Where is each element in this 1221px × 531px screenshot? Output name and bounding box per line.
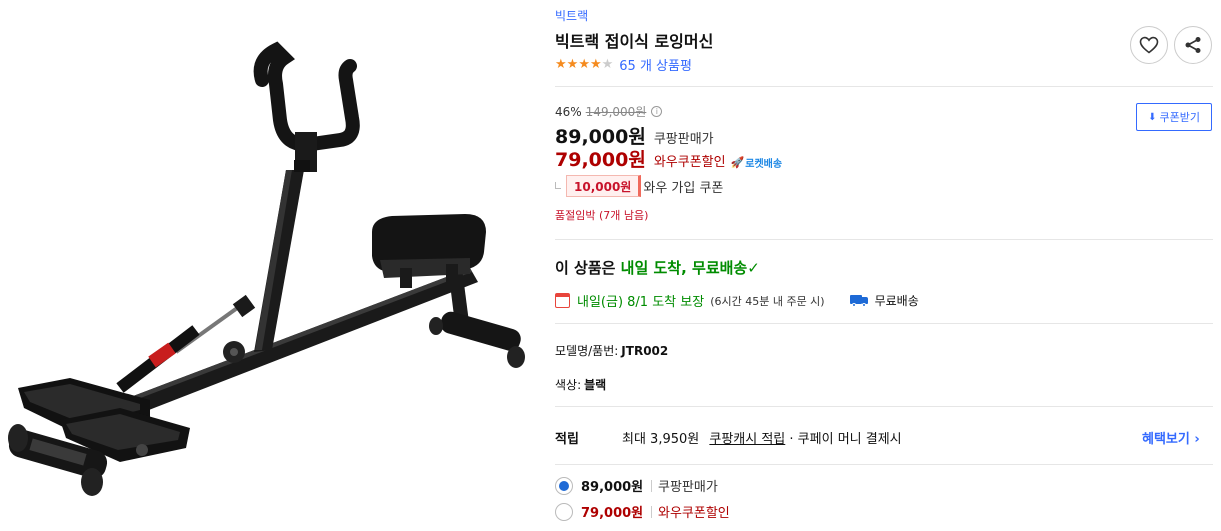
get-coupon-label: 쿠폰받기 xyxy=(1159,111,1200,124)
star-icon: ★ xyxy=(566,57,579,72)
option-separator xyxy=(651,505,652,518)
stock-note: 품절임박 (7개 남음) xyxy=(555,209,649,222)
arrival-row: 내일(금) 8/1 도착 보장 (6시간 45분 내 주문 시) 무료배송 xyxy=(555,291,919,310)
model-spec: 모델명/품번: JTR002 xyxy=(555,342,668,359)
share-button[interactable] xyxy=(1174,26,1212,64)
star-icon: ★ xyxy=(578,57,590,72)
color-label: 색상: xyxy=(555,378,582,392)
points-text: 최대 3,950원 쿠팡캐시 적립 · 쿠페이 머니 결제시 xyxy=(622,428,902,447)
review-count-link[interactable]: 65 개 상품평 xyxy=(619,55,692,74)
brand-link[interactable]: 빅트랙 xyxy=(555,7,588,24)
divider xyxy=(555,86,1213,87)
option-separator xyxy=(651,479,652,492)
color-value: 블랙 xyxy=(584,378,607,392)
option-label: 쿠팡판매가 xyxy=(658,480,718,495)
points-label: 적립 xyxy=(555,432,579,447)
discount-row: 46% 149,000원 i xyxy=(555,103,663,120)
check-icon: ✓ xyxy=(747,259,760,277)
wow-price-label: 와우쿠폰할인 xyxy=(653,155,726,170)
product-info-panel: 빅트랙 빅트랙 접이식 로잉머신 ★ ★ ★ ★ ★ 65 개 상품평 46% … xyxy=(555,0,1215,531)
radio-button[interactable] xyxy=(555,502,573,521)
star-icon: ★ xyxy=(555,57,567,72)
truck-icon xyxy=(849,294,869,307)
tree-corner xyxy=(555,181,561,189)
arrival-note: (6시간 45분 내 주문 시) xyxy=(710,294,825,308)
rating[interactable]: ★ ★ ★ ★ ★ 65 개 상품평 xyxy=(555,55,692,74)
free-shipping: 무료배송 xyxy=(849,292,919,309)
coupang-cash-link[interactable]: 쿠팡캐시 적립 xyxy=(709,432,785,447)
radio-button[interactable] xyxy=(555,476,573,495)
product-image[interactable] xyxy=(0,0,540,531)
wishlist-button[interactable] xyxy=(1130,26,1168,64)
delivery-headline-highlight: 내일 도착, 무료배송 xyxy=(620,259,748,277)
price-option-sale[interactable]: 89,000원 쿠팡판매가 xyxy=(555,476,718,495)
share-icon xyxy=(1185,37,1201,53)
divider xyxy=(555,323,1213,324)
get-coupon-button[interactable]: ⬇ 쿠폰받기 xyxy=(1136,103,1212,131)
arrival-date: 내일(금) 8/1 도착 보장 xyxy=(577,295,705,310)
rocket-badge-label: 로켓배송 xyxy=(745,159,783,170)
delivery-headline: 이 상품은 내일 도착, 무료배송✓ xyxy=(555,257,760,278)
option-price: 79,000원 xyxy=(581,506,644,521)
coupon-label: 와우 가입 쿠폰 xyxy=(643,180,724,196)
wow-coupon-row: 10,000원 와우 가입 쿠폰 xyxy=(555,175,723,197)
price-option-wow[interactable]: 79,000원 와우쿠폰할인 xyxy=(555,502,730,521)
heart-icon xyxy=(1139,36,1159,54)
rating-stars: ★ ★ ★ ★ ★ xyxy=(555,58,613,71)
divider xyxy=(555,406,1213,407)
delivery-headline-prefix: 이 상품은 xyxy=(555,259,616,277)
product-title: 빅트랙 접이식 로잉머신 xyxy=(555,32,714,51)
points-amount: 최대 3,950원 xyxy=(622,432,700,447)
view-benefits-link[interactable]: 혜택보기 › xyxy=(1142,428,1200,447)
download-icon: ⬇ xyxy=(1148,111,1157,123)
points-suffix: · 쿠페이 머니 결제시 xyxy=(789,432,902,447)
rowing-machine-illustration xyxy=(8,41,525,496)
option-price: 89,000원 xyxy=(581,480,644,495)
rocket-delivery-badge: 🚀 로켓배송 xyxy=(731,155,783,170)
coupon-amount-tag: 10,000원 xyxy=(566,175,642,197)
original-price: 149,000원 xyxy=(585,105,647,119)
option-label: 와우쿠폰할인 xyxy=(658,506,730,521)
calendar-icon xyxy=(555,293,570,308)
divider xyxy=(555,464,1213,465)
info-icon[interactable]: i xyxy=(651,106,663,117)
color-spec: 색상: 블랙 xyxy=(555,376,606,393)
divider xyxy=(555,239,1213,240)
wow-price-row: 79,000원 와우쿠폰할인 🚀 로켓배송 xyxy=(555,145,782,172)
model-label: 모델명/품번: xyxy=(555,344,619,358)
discount-rate: 46% xyxy=(555,104,582,119)
star-icon: ★ xyxy=(601,57,614,72)
rocket-icon: 🚀 xyxy=(730,156,745,169)
free-shipping-label: 무료배송 xyxy=(874,294,919,308)
wow-price: 79,000원 xyxy=(555,149,646,171)
star-icon: ★ xyxy=(589,57,602,72)
model-value: JTR002 xyxy=(621,344,669,358)
